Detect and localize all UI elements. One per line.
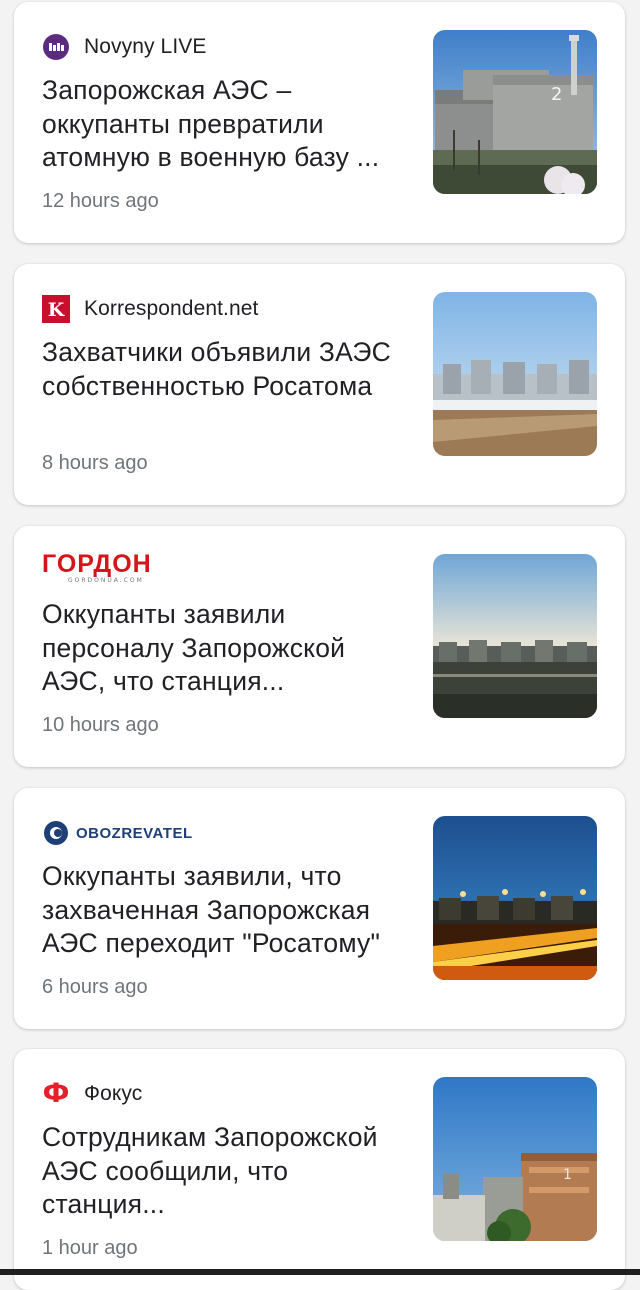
source-name: Korrespondent.net	[84, 297, 259, 320]
news-card[interactable]: K Korrespondent.net Захватчики объявили …	[14, 264, 625, 505]
nuclear-plant-skyline-photo[interactable]	[433, 554, 597, 718]
source-row: ГОРДОН GORDONUA.COM	[42, 550, 152, 584]
nuclear-plant-building-photo[interactable]: 2	[433, 30, 597, 194]
timestamp: 8 hours ago	[42, 452, 148, 474]
fokus-logo: Ф	[42, 1078, 70, 1109]
headline[interactable]: Оккупанты заявили, что захваченная Запор…	[42, 860, 404, 961]
headline[interactable]: Запорожская АЭС – оккупанты превратили а…	[42, 74, 404, 175]
source-row: OBOZREVATEL	[42, 816, 193, 850]
timestamp: 6 hours ago	[42, 976, 148, 998]
novyny-live-logo	[42, 33, 70, 61]
source-row: K Korrespondent.net	[42, 292, 259, 326]
source-name: OBOZREVATEL	[76, 824, 193, 842]
news-card[interactable]: Ф Фокус Сотрудникам Запорожской АЭС сооб…	[14, 1049, 625, 1290]
news-card[interactable]: Novyny LIVE Запорожская АЭС – оккупанты …	[14, 2, 625, 243]
source-name: Novyny LIVE	[84, 35, 207, 58]
svg-text:2: 2	[551, 84, 562, 105]
timestamp: 1 hour ago	[42, 1237, 138, 1259]
news-card[interactable]: ГОРДОН GORDONUA.COM Оккупанты заявили пе…	[14, 526, 625, 767]
svg-text:1: 1	[563, 1167, 572, 1183]
system-nav-bar	[0, 1269, 640, 1275]
nuclear-plant-night-photo[interactable]	[433, 816, 597, 980]
headline[interactable]: Захватчики объявили ЗАЭС собственностью …	[42, 336, 404, 403]
svg-text:K: K	[48, 299, 66, 321]
headline[interactable]: Оккупанты заявили персоналу Запорожской …	[42, 598, 404, 699]
timestamp: 12 hours ago	[42, 190, 159, 212]
korrespondent-logo: K	[42, 295, 70, 323]
gordon-logo: ГОРДОН GORDONUA.COM	[42, 549, 152, 584]
source-row: Ф Фокус	[42, 1077, 143, 1111]
news-card[interactable]: OBOZREVATEL Оккупанты заявили, что захва…	[14, 788, 625, 1029]
timestamp: 10 hours ago	[42, 714, 159, 736]
headline[interactable]: Сотрудникам Запорожской АЭС сообщили, чт…	[42, 1121, 404, 1222]
source-row: Novyny LIVE	[42, 30, 207, 64]
source-name: Фокус	[84, 1082, 143, 1105]
nuclear-plant-winter-photo[interactable]	[433, 292, 597, 456]
nuclear-plant-reactor-photo[interactable]: 1	[433, 1077, 597, 1241]
obozrevatel-logo	[42, 819, 70, 847]
